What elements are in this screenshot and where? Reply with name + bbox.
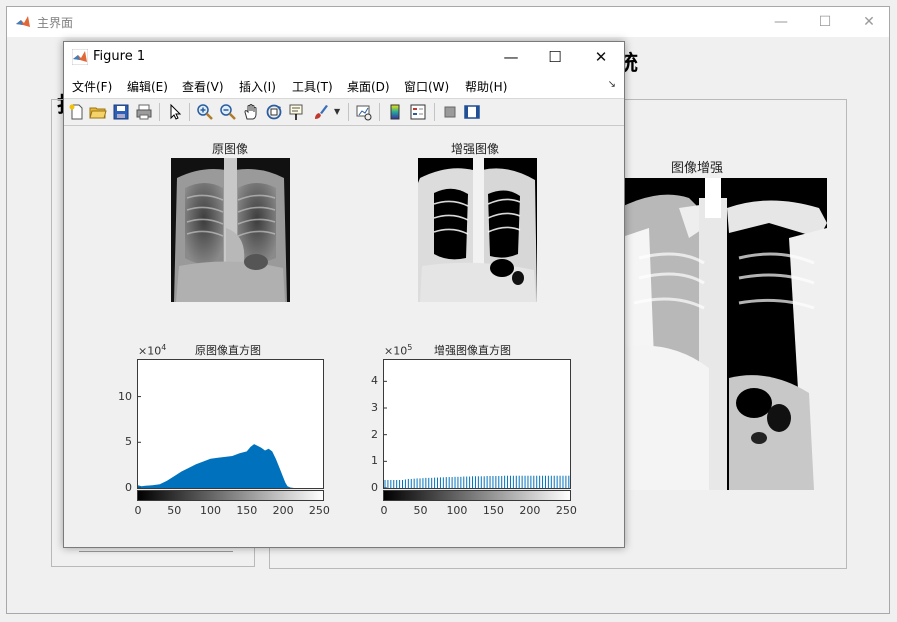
original-hist-colorbar (137, 490, 324, 501)
enhanced-hist-axes (383, 359, 571, 489)
main-titlebar: 主界面 — ☐ ✕ (7, 7, 889, 37)
x-tick-label: 0 (134, 504, 142, 517)
figure-canvas[interactable]: 原图像 增强图像 原图像直方图 ×104 增强图像直方图 ×105 0 5 10… (64, 126, 624, 547)
brush-icon[interactable] (312, 103, 330, 121)
menu-insert[interactable]: 插入(I) (239, 78, 276, 95)
figure-window[interactable]: Figure 1 — ☐ ✕ 文件(F) 编辑(E) 查看(V) 插入(I) 工… (63, 41, 625, 548)
menu-help[interactable]: 帮助(H) (465, 78, 507, 95)
brush-dropdown-icon[interactable]: ▼ (334, 107, 340, 116)
close-button[interactable]: ✕ (859, 12, 879, 32)
original-hist-title: 原图像直方图 (195, 344, 261, 357)
zoom-in-icon[interactable] (196, 103, 214, 121)
new-figure-icon[interactable] (68, 103, 86, 121)
hist-area-series (138, 444, 323, 488)
enhanced-hist-plot (384, 380, 570, 489)
toolbar-separator (348, 103, 349, 121)
y-tick-label: 4 (371, 374, 378, 388)
menu-tools[interactable]: 工具(T) (292, 78, 333, 95)
open-file-icon[interactable] (89, 103, 107, 121)
toolbar-separator (379, 103, 380, 121)
zoom-out-icon[interactable] (219, 103, 237, 121)
x-tick-label: 200 (519, 504, 541, 517)
menu-file[interactable]: 文件(F) (72, 78, 112, 95)
y-tick-label: 10 (118, 389, 132, 403)
y-tick-label: 0 (371, 481, 378, 494)
rotate-3d-icon[interactable] (265, 103, 283, 121)
original-hist-exponent: ×104 (138, 343, 167, 358)
y-tick-label: 2 (371, 427, 378, 441)
legend-icon[interactable] (409, 103, 427, 121)
x-tick-label: 200 (272, 504, 294, 517)
link-plot-icon[interactable] (355, 103, 373, 121)
x-tick-label: 100 (446, 504, 468, 517)
matlab-logo-icon (15, 14, 31, 30)
x-tick-label: 250 (555, 504, 577, 517)
figure-minimize-button[interactable]: — (496, 46, 526, 68)
dock-arrow-icon[interactable]: ↘ (608, 79, 616, 90)
x-tick-label: 50 (413, 504, 428, 517)
figure-title: Figure 1 (93, 49, 146, 64)
matlab-logo-icon (72, 49, 88, 65)
y-tick-label: 0 (125, 481, 132, 494)
minimize-button[interactable]: — (771, 12, 791, 32)
toolbar-separator (189, 103, 190, 121)
pan-hand-icon[interactable] (242, 103, 260, 121)
figure-titlebar[interactable]: Figure 1 — ☐ ✕ (64, 42, 624, 72)
enhanced-hist-title: 增强图像直方图 (434, 344, 511, 357)
print-icon[interactable] (135, 103, 153, 121)
y-tick-label: 1 (371, 454, 378, 468)
x-tick-label: 250 (308, 504, 330, 517)
figure-close-button[interactable]: ✕ (586, 46, 616, 68)
data-cursor-icon[interactable] (288, 103, 306, 121)
figure-toolbar: ▼ (64, 98, 624, 126)
original-hist-axes (137, 359, 324, 489)
figure-maximize-button[interactable]: ☐ (540, 46, 570, 68)
hide-plot-tools-icon[interactable] (441, 103, 459, 121)
show-plot-tools-icon[interactable] (463, 103, 481, 121)
enhanced-image-title: 增强图像 (451, 142, 500, 156)
menu-view[interactable]: 查看(V) (182, 78, 224, 95)
y-tick-label: 5 (125, 435, 132, 449)
y-tick-label: 3 (371, 401, 378, 414)
menu-edit[interactable]: 编辑(E) (127, 78, 168, 95)
x-tick-label: 100 (200, 504, 222, 517)
main-window-title: 主界面 (37, 16, 74, 30)
x-tick-label: 0 (380, 504, 388, 517)
original-image-title: 原图像 (212, 142, 249, 156)
toolbar-separator (159, 103, 160, 121)
enhanced-image-large (619, 178, 827, 490)
menu-window[interactable]: 窗口(W) (404, 78, 449, 95)
enhanced-hist-colorbar (383, 490, 571, 501)
original-hist-plot (138, 396, 323, 489)
colorbar-icon[interactable] (386, 103, 404, 121)
maximize-button[interactable]: ☐ (815, 12, 835, 32)
x-tick-label: 50 (167, 504, 182, 517)
menu-desktop[interactable]: 桌面(D) (347, 78, 390, 95)
pointer-icon[interactable] (166, 103, 184, 121)
x-tick-label: 150 (236, 504, 258, 517)
figure-menubar: 文件(F) 编辑(E) 查看(V) 插入(I) 工具(T) 桌面(D) 窗口(W… (64, 72, 624, 98)
enhanced-image (418, 158, 537, 302)
toolbar-separator (434, 103, 435, 121)
original-image (171, 158, 290, 302)
save-icon[interactable] (112, 103, 130, 121)
enhanced-hist-exponent: ×105 (384, 343, 413, 358)
enhance-axis-title: 图像增强 (671, 161, 724, 176)
x-tick-label: 150 (482, 504, 504, 517)
